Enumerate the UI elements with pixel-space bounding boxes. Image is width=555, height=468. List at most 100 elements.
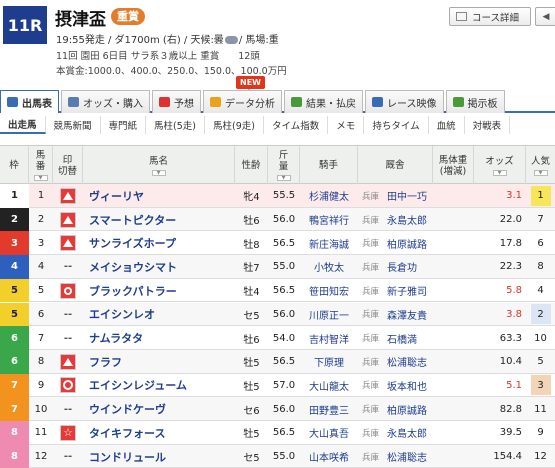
horse-name-link[interactable]: タイキフォース: [83, 421, 235, 445]
subnav-item[interactable]: 競馬新聞: [46, 116, 101, 134]
trainer-link[interactable]: 森澤友貴: [387, 307, 427, 322]
jockey-link[interactable]: 鴨宮祥行: [300, 208, 358, 232]
no-mark-icon[interactable]: --: [60, 401, 76, 417]
table-row[interactable]: 5 6 -- エイシンレオ セ5 56.0 川原正一 兵庫 森澤友貴 3.8 2: [0, 302, 555, 327]
jockey-link[interactable]: 大山真吾: [300, 421, 358, 445]
triangle-mark-icon[interactable]: [60, 235, 76, 252]
subnav-item[interactable]: 血統: [429, 116, 465, 134]
odds-value[interactable]: 82.8: [474, 397, 526, 421]
sort-icon[interactable]: ▼: [492, 169, 507, 176]
horse-name-link[interactable]: エイシンレジューム: [83, 374, 235, 398]
col-weight[interactable]: 斤量 ▼: [268, 146, 300, 185]
triangle-mark-icon[interactable]: [60, 353, 76, 370]
trainer-link[interactable]: 田中一巧: [387, 188, 427, 203]
sort-icon[interactable]: ▼: [276, 175, 291, 181]
trainer-link[interactable]: 松浦聡志: [387, 449, 427, 464]
circle-mark-icon[interactable]: [60, 377, 76, 394]
subnav-item[interactable]: 馬柱(5走): [146, 116, 206, 134]
sort-icon[interactable]: ▼: [533, 169, 548, 176]
odds-value[interactable]: 63.3: [474, 326, 526, 350]
horse-name-link[interactable]: スマートピクター: [83, 208, 235, 232]
horse-name-link[interactable]: ウインドケーヴ: [83, 397, 235, 421]
col-odds[interactable]: オッズ ▼: [474, 146, 526, 185]
col-bodyweight[interactable]: 馬体重 (増減): [433, 146, 474, 185]
sort-icon[interactable]: ▼: [33, 175, 48, 181]
tab-results[interactable]: 結果・払戻: [284, 90, 363, 113]
subnav-item[interactable]: メモ: [328, 116, 365, 134]
triangle-mark-icon[interactable]: [60, 187, 76, 204]
table-row[interactable]: 8 11 ☆ タイキフォース 牡5 56.5 大山真吾 兵庫 永島太郎 39.5 9: [0, 421, 555, 445]
trainer-link[interactable]: 長倉功: [387, 259, 417, 274]
no-mark-icon[interactable]: --: [60, 259, 76, 275]
subnav-item[interactable]: 馬柱(9走): [205, 116, 264, 134]
jockey-link[interactable]: 小牧太: [300, 255, 358, 279]
trainer-link[interactable]: 柏原誠路: [387, 236, 427, 251]
tab-odds[interactable]: オッズ・購入: [61, 90, 150, 113]
jockey-link[interactable]: 笹田知宏: [300, 279, 358, 303]
odds-value[interactable]: 39.5: [474, 421, 526, 445]
horse-name-link[interactable]: フラフ: [83, 350, 235, 374]
horse-name-link[interactable]: ナムラタタ: [83, 326, 235, 350]
horse-name-link[interactable]: コンドリュール: [83, 445, 235, 468]
table-row[interactable]: 7 9 エイシンレジューム 牡5 57.0 大山龍太 兵庫 坂本和也 5.1 3: [0, 373, 555, 398]
course-detail-button[interactable]: コース詳細: [449, 7, 531, 26]
subnav-item[interactable]: タイム指数: [264, 116, 329, 134]
no-mark-icon[interactable]: --: [60, 449, 76, 465]
odds-value[interactable]: 10.4: [474, 350, 526, 374]
horse-name-link[interactable]: サンライズホープ: [83, 231, 235, 255]
table-row[interactable]: 2 2 スマートピクター 牡6 56.0 鴨宮祥行 兵庫 永島太郎 22.0 7: [0, 207, 555, 232]
triangle-mark-icon[interactable]: [60, 211, 76, 228]
jockey-link[interactable]: 杉浦健太: [300, 184, 358, 208]
horse-name-link[interactable]: ヴィーリヤ: [83, 184, 235, 208]
trainer-link[interactable]: 柏原誠路: [387, 402, 427, 417]
odds-value[interactable]: 5.8: [474, 279, 526, 303]
star-mark-icon[interactable]: ☆: [60, 424, 76, 441]
col-horse[interactable]: 馬名 ▼: [83, 146, 235, 185]
subnav-item[interactable]: 持ちタイム: [364, 116, 429, 134]
jockey-link[interactable]: 山本咲希: [300, 445, 358, 468]
tab-prediction[interactable]: 予想: [152, 90, 201, 113]
subnav-item[interactable]: 対戦表: [465, 116, 511, 134]
jockey-link[interactable]: 川原正一: [300, 303, 358, 327]
trainer-link[interactable]: 新子雅司: [387, 283, 427, 298]
horse-name-link[interactable]: ブラックパトラー: [83, 279, 235, 303]
col-mark[interactable]: 印切替: [53, 146, 83, 185]
jockey-link[interactable]: 吉村智洋: [300, 326, 358, 350]
no-mark-icon[interactable]: --: [60, 306, 76, 322]
horse-name-link[interactable]: エイシンレオ: [83, 303, 235, 327]
table-row[interactable]: 8 12 -- コンドリュール セ5 55.0 山本咲希 兵庫 松浦聡志 154.4 12: [0, 444, 555, 468]
tab-entries[interactable]: 出馬表: [0, 90, 59, 113]
table-row[interactable]: 5 5 ブラックパトラー 牡4 56.5 笹田知宏 兵庫 新子雅司 5.8 4: [0, 278, 555, 303]
trainer-link[interactable]: 永島太郎: [387, 212, 427, 227]
trainer-link[interactable]: 永島太郎: [387, 425, 427, 440]
trainer-link[interactable]: 松浦聡志: [387, 354, 427, 369]
tab-race-video[interactable]: レース映像: [365, 90, 444, 113]
jockey-link[interactable]: 新庄海誠: [300, 231, 358, 255]
prev-race-button[interactable]: ◀: [535, 7, 555, 26]
subnav-item[interactable]: 専門紙: [101, 116, 147, 134]
odds-value[interactable]: 3.1: [474, 184, 526, 208]
subnav-item[interactable]: 出走馬: [0, 116, 46, 134]
jockey-link[interactable]: 下原理: [300, 350, 358, 374]
trainer-link[interactable]: 坂本和也: [387, 378, 427, 393]
table-row[interactable]: 7 10 -- ウインドケーヴ セ6 56.0 田野豊三 兵庫 柏原誠路 82.8 11: [0, 397, 555, 421]
tab-board[interactable]: 掲示板: [445, 90, 505, 113]
col-umaban[interactable]: 馬番 ▼: [29, 146, 53, 185]
sort-icon[interactable]: ▼: [151, 169, 166, 176]
odds-value[interactable]: 17.8: [474, 231, 526, 255]
trainer-link[interactable]: 石橋満: [387, 331, 417, 346]
jockey-link[interactable]: 大山龍太: [300, 374, 358, 398]
odds-value[interactable]: 3.8: [474, 303, 526, 327]
odds-value[interactable]: 22.0: [474, 208, 526, 232]
tab-data-analysis[interactable]: データ分析: [203, 90, 282, 113]
horse-name-link[interactable]: メイショウシマト: [83, 255, 235, 279]
double-circle-mark-icon[interactable]: [60, 282, 76, 299]
table-row[interactable]: 4 4 -- メイショウシマト 牡7 55.0 小牧太 兵庫 長倉功 22.3 8: [0, 255, 555, 279]
odds-value[interactable]: 154.4: [474, 445, 526, 468]
odds-value[interactable]: 5.1: [474, 374, 526, 398]
table-row[interactable]: 1 1 ヴィーリヤ 牝4 55.5 杉浦健太 兵庫 田中一巧 3.1 1: [0, 184, 555, 208]
odds-value[interactable]: 22.3: [474, 255, 526, 279]
table-row[interactable]: 6 8 フラフ 牡5 56.5 下原理 兵庫 松浦聡志 10.4 5: [0, 349, 555, 374]
no-mark-icon[interactable]: --: [60, 330, 76, 346]
jockey-link[interactable]: 田野豊三: [300, 397, 358, 421]
